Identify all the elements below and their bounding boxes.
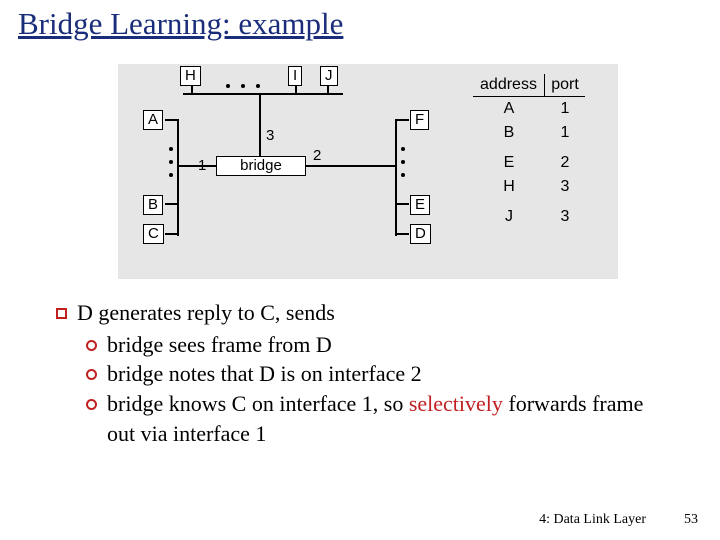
table-cell: E — [473, 151, 545, 175]
table-cell: 2 — [545, 151, 585, 175]
bullet-sub-3: bridge knows C on interface 1, so select… — [107, 389, 676, 448]
network-diagram: H I J A F B E C D bridge 1 2 3 address p… — [118, 64, 618, 279]
table-row: A 1 — [473, 97, 585, 121]
node-j: J — [320, 66, 338, 86]
table-cell: 1 — [545, 121, 585, 145]
bullet-list: D generates reply to C, sends bridge see… — [56, 298, 676, 448]
table-row: H 3 — [473, 175, 585, 199]
table-cell: 1 — [545, 97, 585, 121]
node-e: E — [410, 195, 430, 215]
bridge-box: bridge — [216, 156, 306, 176]
table-header-address: address — [473, 74, 545, 96]
slide-title: Bridge Learning: example — [18, 6, 343, 42]
table-cell: H — [473, 175, 545, 199]
port-label-2: 2 — [313, 147, 321, 164]
table-row: E 2 — [473, 151, 585, 175]
node-h: H — [180, 66, 201, 86]
bullet-sub-3-highlight: selectively — [409, 391, 503, 416]
node-b: B — [143, 195, 163, 215]
bullet-circle-icon — [86, 369, 97, 380]
footer-page: 53 — [684, 512, 698, 528]
port-label-1: 1 — [198, 157, 206, 174]
table-row: J 3 — [473, 205, 585, 229]
bullet-circle-icon — [86, 399, 97, 410]
bullet-main: D generates reply to C, sends — [77, 298, 335, 328]
learning-table: address port A 1 B 1 E 2 H 3 J 3 — [473, 74, 585, 229]
bullet-sub-2: bridge notes that D is on interface 2 — [107, 359, 422, 389]
bullet-sub-3a: bridge knows C on interface 1, so — [107, 391, 409, 416]
bullet-circle-icon — [86, 340, 97, 351]
table-row: B 1 — [473, 121, 585, 145]
table-cell: A — [473, 97, 545, 121]
node-d: D — [410, 224, 431, 244]
table-cell: J — [473, 205, 545, 229]
bullet-square-icon — [56, 308, 67, 319]
table-cell: B — [473, 121, 545, 145]
node-a: A — [143, 110, 163, 130]
node-f: F — [410, 110, 429, 130]
port-label-3: 3 — [266, 127, 274, 144]
bullet-sub-1: bridge sees frame from D — [107, 330, 332, 360]
footer-chapter: 4: Data Link Layer — [539, 512, 646, 528]
node-i: I — [288, 66, 302, 86]
table-cell: 3 — [545, 205, 585, 229]
table-header-port: port — [545, 74, 585, 96]
table-cell: 3 — [545, 175, 585, 199]
node-c: C — [143, 224, 164, 244]
